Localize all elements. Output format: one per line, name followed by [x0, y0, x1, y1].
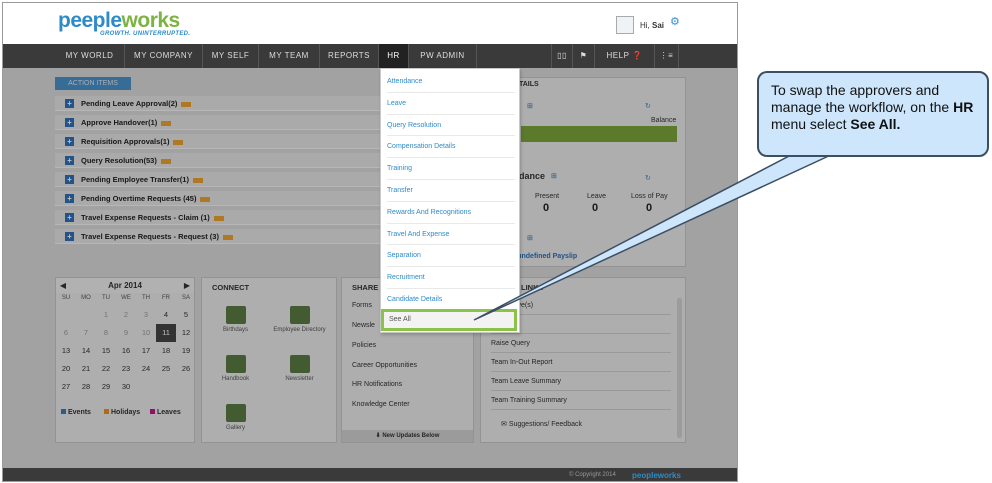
callout-text-2: menu select — [771, 116, 847, 132]
callout-menu-name: HR — [953, 99, 974, 115]
callout-text: To swap the approvers and manage the wor… — [771, 82, 950, 115]
callout-target: See All. — [850, 116, 901, 132]
callout-tail — [473, 153, 834, 321]
instruction-callout: To swap the approvers and manage the wor… — [757, 71, 989, 157]
